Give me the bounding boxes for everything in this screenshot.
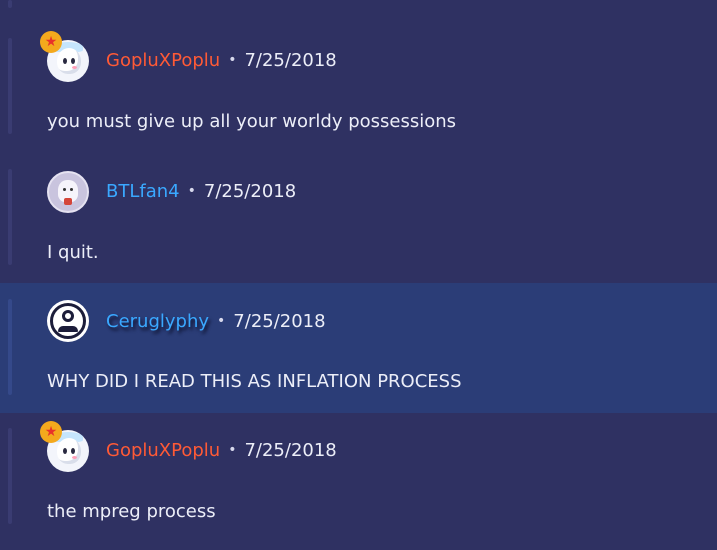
comment-date[interactable]: 7/25/2018 [244,440,336,461]
star-badge-icon: ★ [40,31,62,53]
avatar-eye [71,448,75,454]
user-avatar[interactable] [47,171,89,213]
comment-meta: BTLfan4 • 7/25/2018 [106,180,296,202]
comment: BTLfan4 • 7/25/2018 I quit. [0,161,717,291]
comment: ★ GopluXPoplu • 7/25/2018 the mpreg proc… [0,420,717,550]
username-link[interactable]: BTLfan4 [106,181,180,202]
comment-text: I quit. [47,242,99,263]
avatar-blush [72,66,77,69]
meta-separator: • [187,183,196,199]
thread-line[interactable] [8,0,12,8]
comment-date[interactable]: 7/25/2018 [233,311,325,332]
avatar-eye [71,58,75,64]
comment-text: WHY DID I READ THIS AS INFLATION PROCESS [47,371,462,392]
default-user-icon[interactable] [47,300,89,342]
username-link[interactable]: Ceruglyphy [106,311,209,332]
user-avatar[interactable]: ★ [40,31,89,82]
star-badge-icon: ★ [40,421,62,443]
avatar-shoulders [58,326,78,332]
username-link[interactable]: GopluXPoplu [106,440,220,461]
avatar-eye [70,188,73,191]
thread-line[interactable] [8,38,12,134]
avatar-face [57,48,81,74]
avatar-blush [72,456,77,459]
comment-meta: GopluXPoplu • 7/25/2018 [106,49,337,71]
comment-date[interactable]: 7/25/2018 [204,181,296,202]
avatar-item [64,198,72,205]
avatar-eye [63,58,67,64]
comment-highlighted: Ceruglyphy • 7/25/2018 WHY DID I READ TH… [0,283,717,413]
thread-line[interactable] [8,299,12,395]
comment-meta: GopluXPoplu • 7/25/2018 [106,439,337,461]
meta-separator: • [228,52,237,68]
avatar-head [62,310,74,322]
comment: ★ GopluXPoplu • 7/25/2018 you must give … [0,30,717,160]
meta-separator: • [217,313,226,329]
comment-date[interactable]: 7/25/2018 [244,50,336,71]
comment-meta: Ceruglyphy • 7/25/2018 [106,310,326,332]
avatar-face [57,438,81,464]
thread-line[interactable] [8,169,12,265]
comment-text: you must give up all your worldy possess… [47,111,457,132]
previous-comment-stub [0,0,717,30]
username-link[interactable]: GopluXPoplu [106,50,220,71]
user-avatar[interactable]: ★ [40,421,89,472]
meta-separator: • [228,442,237,458]
avatar-eye [63,448,67,454]
thread-line[interactable] [8,428,12,524]
avatar-eye [63,188,66,191]
comment-text: the mpreg process [47,501,216,522]
